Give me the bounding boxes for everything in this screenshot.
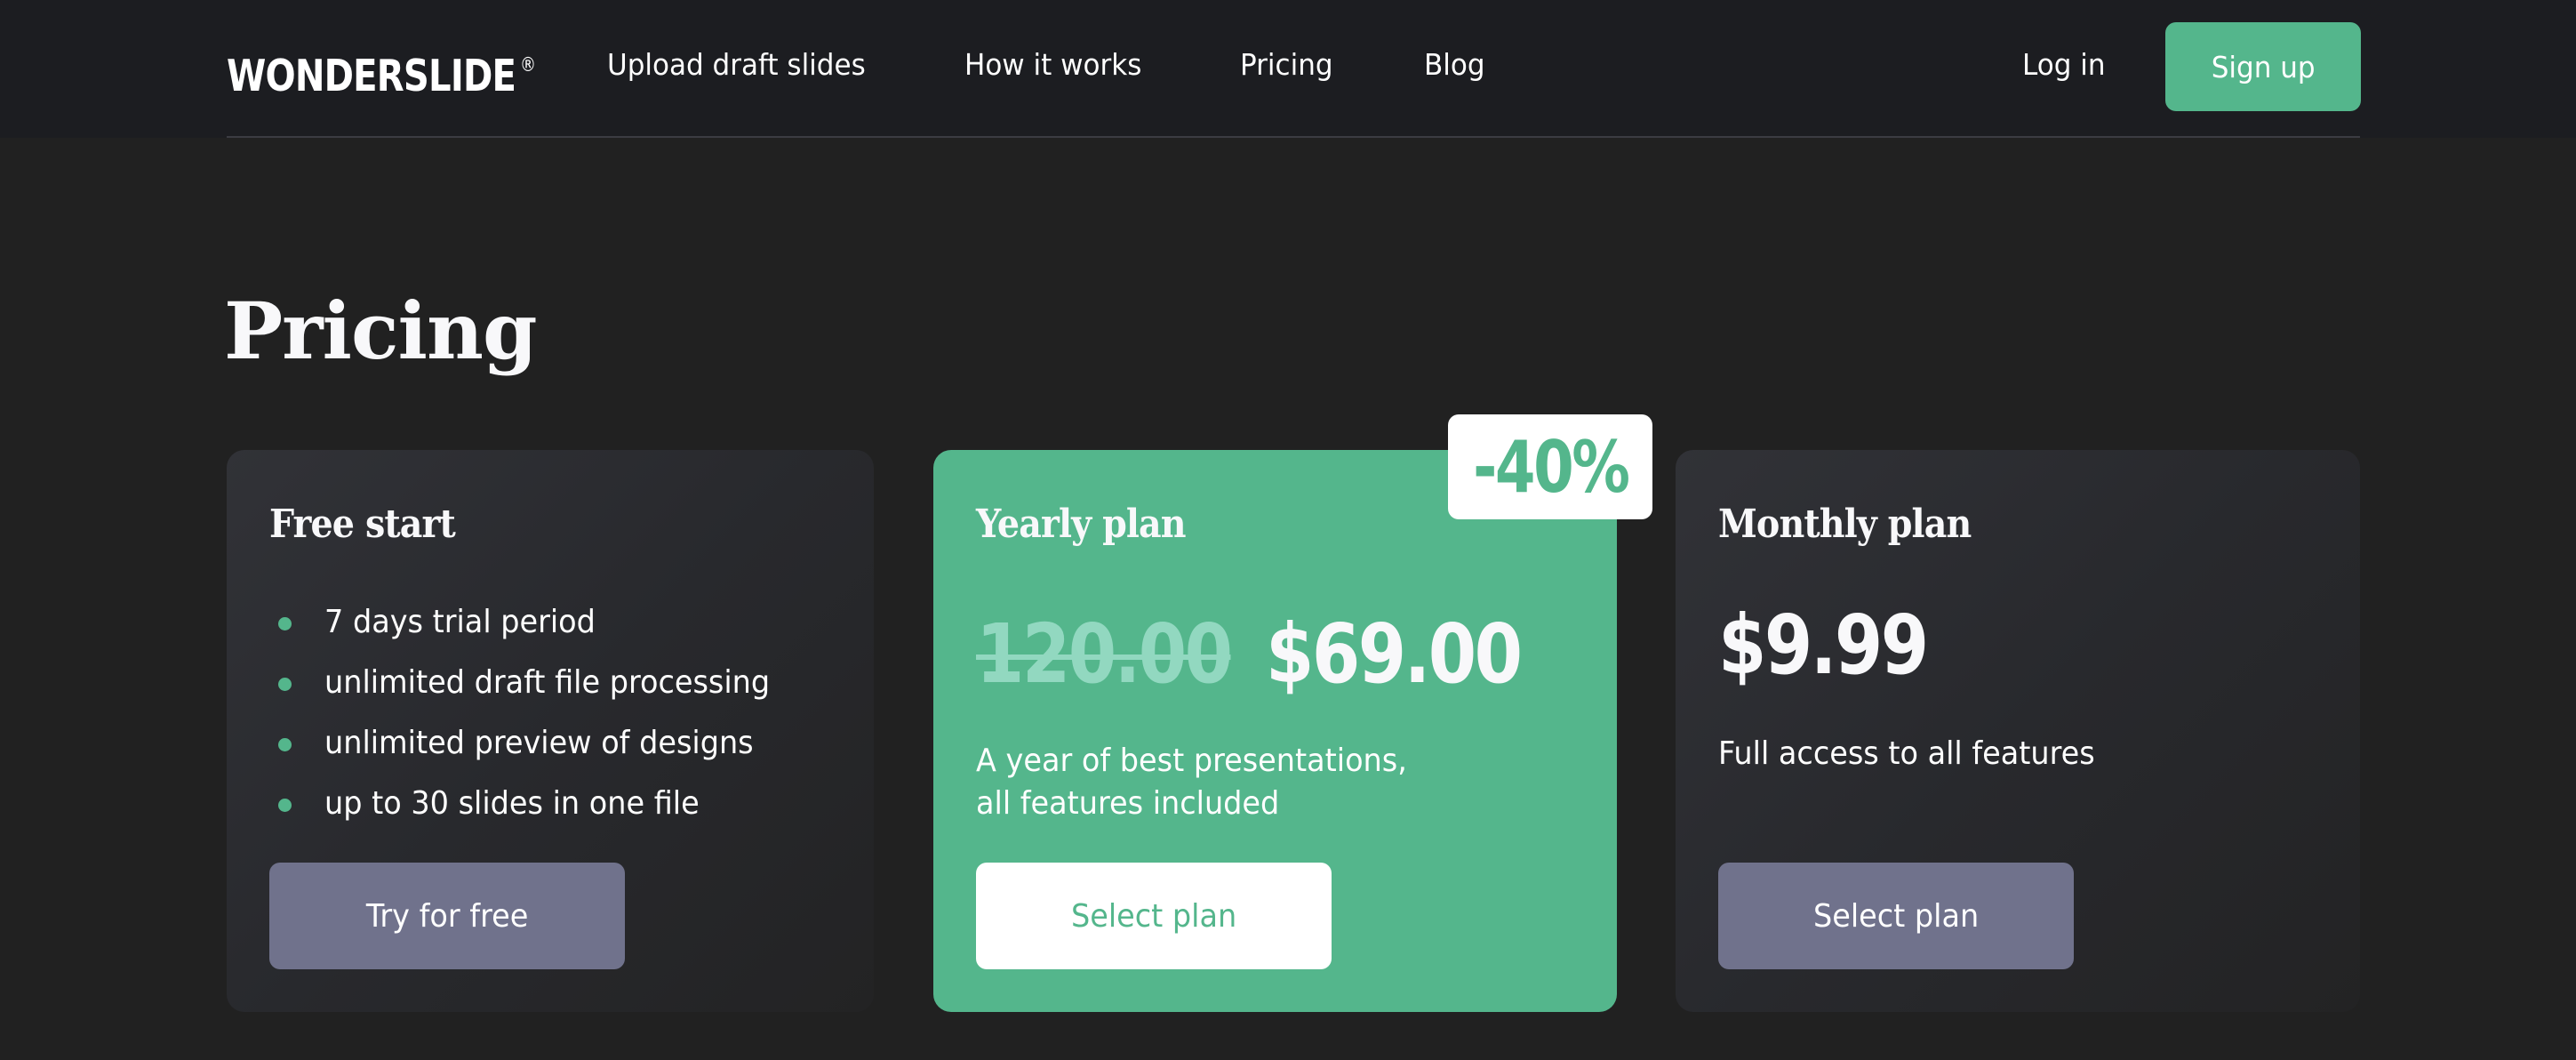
plan-card-free: Free start 7 days trial period unlimited… bbox=[227, 450, 874, 1012]
select-yearly-plan-button[interactable]: Select plan bbox=[976, 863, 1332, 969]
bullet-dot-icon bbox=[278, 799, 292, 812]
try-for-free-button[interactable]: Try for free bbox=[269, 863, 625, 969]
feature-text: unlimited preview of designs bbox=[324, 725, 754, 761]
signup-label: Sign up bbox=[2211, 49, 2316, 84]
plan-card-yearly: Yearly plan 120.00 $69.00 A year of best… bbox=[933, 450, 1617, 1012]
plan-title: Free start bbox=[269, 502, 456, 547]
price-row: 120.00 $69.00 bbox=[976, 592, 1565, 717]
discount-badge: -40% bbox=[1448, 414, 1652, 519]
description-line: all features included bbox=[976, 785, 1280, 822]
current-price: $69.00 bbox=[1266, 606, 1523, 702]
current-price: $9.99 bbox=[1718, 598, 1929, 693]
nav-blog[interactable]: Blog bbox=[1424, 43, 1485, 87]
logo[interactable]: WONDERSLIDE ® bbox=[227, 39, 536, 103]
bullet-dot-icon bbox=[278, 738, 292, 751]
header-divider bbox=[227, 136, 2360, 138]
registered-mark: ® bbox=[520, 54, 536, 76]
description-line: Full access to all features bbox=[1718, 735, 2095, 772]
feature-text: 7 days trial period bbox=[324, 604, 596, 640]
feature-text: unlimited draft file processing bbox=[324, 664, 771, 701]
site-header: WONDERSLIDE ® Upload draft slides How it … bbox=[0, 0, 2576, 138]
description-line: A year of best presentations, bbox=[976, 743, 1407, 779]
nav-upload-draft-slides[interactable]: Upload draft slides bbox=[607, 43, 866, 87]
feature-text: up to 30 slides in one file bbox=[324, 785, 700, 822]
plan-title: Monthly plan bbox=[1718, 502, 1972, 547]
plan-card-monthly: Monthly plan $9.99 Full access to all fe… bbox=[1676, 450, 2360, 1012]
button-label: Select plan bbox=[1070, 897, 1237, 935]
signup-button[interactable]: Sign up bbox=[2165, 22, 2361, 111]
select-monthly-plan-button[interactable]: Select plan bbox=[1718, 863, 2074, 969]
button-label: Select plan bbox=[1812, 897, 1980, 935]
discount-text: -40% bbox=[1472, 425, 1630, 509]
login-link[interactable]: Log in bbox=[2022, 43, 2106, 87]
logo-text: WONDERSLIDE bbox=[227, 51, 516, 101]
plan-title: Yearly plan bbox=[976, 502, 1187, 547]
nav-pricing[interactable]: Pricing bbox=[1240, 43, 1333, 87]
old-price: 120.00 bbox=[976, 606, 1233, 702]
plan-description: A year of best presentations, all featur… bbox=[976, 740, 1407, 825]
page-title: Pricing bbox=[224, 285, 537, 377]
button-label: Try for free bbox=[365, 897, 529, 935]
nav-how-it-works[interactable]: How it works bbox=[964, 43, 1141, 87]
bullet-dot-icon bbox=[278, 617, 292, 630]
bullet-dot-icon bbox=[278, 678, 292, 691]
plan-description: Full access to all features bbox=[1718, 733, 2095, 775]
